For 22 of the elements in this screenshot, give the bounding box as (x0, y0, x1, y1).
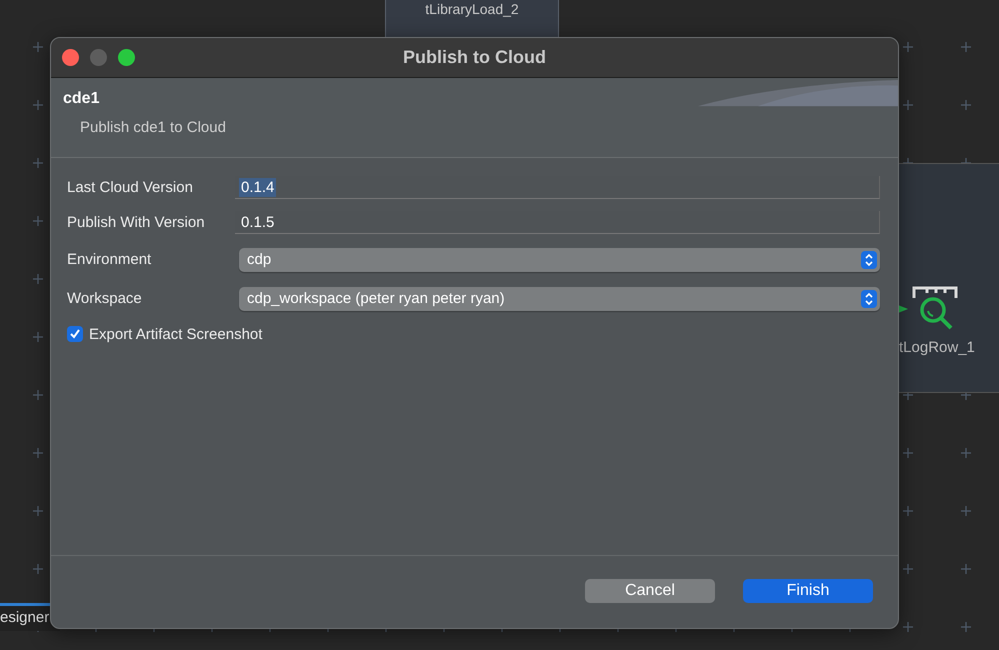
close-button[interactable] (62, 49, 79, 66)
checkbox[interactable] (67, 326, 83, 342)
dropdown[interactable]: cdp_workspace (peter ryan peter ryan) (239, 286, 880, 310)
chevron-updown-icon (861, 250, 877, 268)
chevron-updown-icon (861, 290, 877, 308)
window-title: Publish to Cloud (402, 47, 547, 68)
dropdown[interactable]: cdp (239, 248, 880, 272)
header-title: cde1 (63, 90, 100, 108)
field-label: Last Cloud Version (67, 179, 194, 196)
field-label: Environment (67, 251, 152, 268)
node-label: tLibraryLoad_2 (425, 1, 519, 18)
magnifier-icon[interactable] (911, 285, 959, 331)
text-field[interactable]: 0.1.5 (235, 211, 880, 234)
header-subtitle: Publish cde1 to Cloud (80, 119, 226, 136)
zoom-button[interactable] (118, 49, 135, 66)
field-label: Publish With Version (67, 214, 206, 231)
checkbox-label: Export Artifact Screenshot (89, 326, 262, 342)
text-field[interactable]: 0.1.4 (235, 176, 880, 199)
cancel-button[interactable]: Cancel (585, 579, 715, 603)
finish-button[interactable]: Finish (743, 579, 873, 603)
node-label: tLogRow_1 (899, 339, 975, 356)
field-label: Workspace (67, 290, 143, 307)
